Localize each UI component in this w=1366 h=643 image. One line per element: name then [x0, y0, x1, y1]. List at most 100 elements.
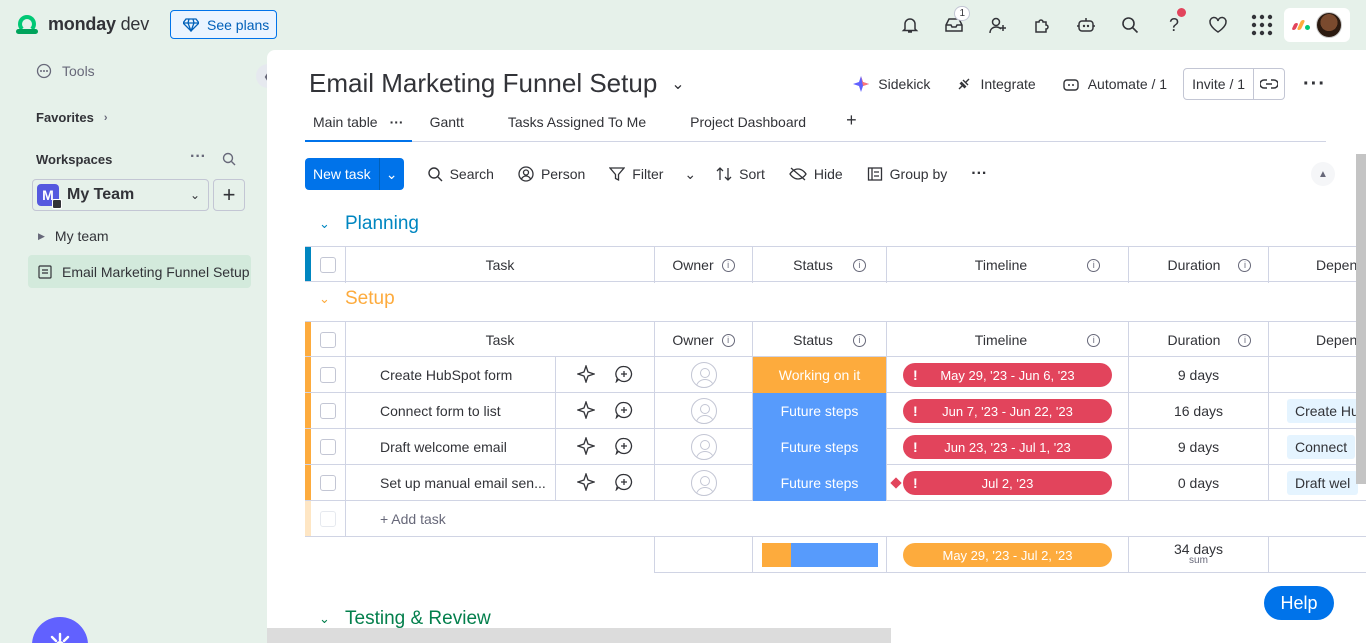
dependency-cell[interactable]: Connect [1268, 429, 1366, 465]
search-button[interactable]: Search [427, 166, 494, 182]
summary-status[interactable] [752, 537, 886, 573]
add-view-icon[interactable]: + [838, 106, 865, 142]
apps-grid-icon[interactable] [1240, 8, 1284, 42]
sidebar-folder-my-team[interactable]: ▶ My team [38, 228, 109, 244]
task-name[interactable]: Connect form to list [345, 393, 555, 429]
column-header-timeline[interactable]: Timeline i [886, 322, 1128, 358]
tab-tasks-assigned[interactable]: Tasks Assigned To Me [500, 106, 654, 142]
row-checkbox[interactable] [311, 357, 345, 393]
timeline-cell[interactable]: ! May 29, '23 - Jun 6, '23 [886, 357, 1128, 393]
add-task-input[interactable]: + Add task [345, 501, 654, 537]
info-icon[interactable]: i [1087, 258, 1101, 272]
new-task-button[interactable]: New task ⌄ [305, 158, 404, 190]
hide-button[interactable]: Hide [789, 166, 843, 182]
workspaces-more-icon[interactable]: ··· [190, 148, 206, 166]
group-title-testing-review[interactable]: ⌄ Testing & Review [319, 608, 491, 630]
info-icon[interactable]: i [1238, 333, 1252, 347]
duration-cell[interactable]: 9 days [1128, 429, 1268, 465]
chevron-down-icon[interactable]: ⌄ [319, 291, 333, 307]
sidebar-tools[interactable]: Tools [36, 63, 95, 79]
column-header-duration[interactable]: Duration i [1128, 247, 1268, 283]
account-switcher[interactable] [1284, 8, 1350, 42]
duration-cell[interactable]: 9 days [1128, 357, 1268, 393]
duration-cell[interactable]: 16 days [1128, 393, 1268, 429]
sidebar-favorites[interactable]: Favorites › [36, 110, 107, 125]
row-checkbox[interactable] [311, 429, 345, 465]
row-checkbox[interactable] [311, 465, 345, 501]
add-update-icon[interactable] [615, 437, 633, 458]
ai-bot-icon[interactable] [1064, 8, 1108, 42]
info-icon[interactable]: i [852, 258, 866, 272]
task-name[interactable]: Set up manual email sen... [345, 465, 555, 501]
status-cell[interactable]: Future steps [752, 393, 886, 429]
new-task-dropdown-icon[interactable]: ⌄ [380, 166, 404, 183]
tab-main-table[interactable]: Main table ··· [305, 106, 412, 142]
column-header-duration[interactable]: Duration i [1128, 322, 1268, 358]
column-header-owner[interactable]: Owner i [654, 247, 752, 283]
tab-gantt[interactable]: Gantt [422, 106, 472, 142]
workspace-selector[interactable]: M My Team ⌄ [32, 179, 209, 211]
info-icon[interactable]: i [1087, 333, 1101, 347]
inbox-icon[interactable]: 1 [932, 6, 976, 42]
dependency-cell[interactable] [1268, 357, 1366, 393]
table-row[interactable]: Create HubSpot form Working on it ! May 29,… [305, 357, 1366, 393]
sparkle-ai-icon[interactable] [575, 471, 596, 494]
select-all-checkbox[interactable] [311, 322, 345, 358]
owner-cell[interactable] [654, 465, 752, 501]
horizontal-scrollbar[interactable] [267, 628, 891, 643]
column-header-status[interactable]: Status i [752, 247, 886, 283]
task-name[interactable]: Draft welcome email [345, 429, 555, 465]
column-header-dependency[interactable]: Depen [1268, 247, 1366, 283]
select-all-checkbox[interactable] [311, 247, 345, 283]
tab-project-dashboard[interactable]: Project Dashboard [682, 106, 814, 142]
sidebar-board-email-marketing[interactable]: Email Marketing Funnel Setup [28, 255, 251, 288]
copy-link-icon[interactable] [1254, 78, 1284, 90]
help-icon[interactable]: ? [1152, 8, 1196, 42]
chevron-down-icon[interactable]: ⌄ [319, 216, 333, 232]
status-cell[interactable]: Working on it [752, 357, 886, 393]
row-checkbox[interactable] [311, 393, 345, 429]
sparkle-ai-icon[interactable] [575, 399, 596, 422]
duration-cell[interactable]: 0 days [1128, 465, 1268, 501]
owner-cell[interactable] [654, 393, 752, 429]
monday-logo[interactable]: monday dev [16, 14, 149, 35]
help-button[interactable]: Help [1264, 586, 1334, 620]
apps-puzzle-icon[interactable] [1020, 8, 1064, 42]
table-row[interactable]: Draft welcome email Future steps ! Jun 23, … [305, 429, 1366, 465]
board-title[interactable]: Email Marketing Funnel Setup ⌄ [309, 68, 685, 99]
collapse-header-icon[interactable]: ▲ [1311, 162, 1335, 186]
column-header-task[interactable]: Task [345, 247, 654, 283]
info-icon[interactable]: i [852, 333, 866, 347]
column-header-task[interactable]: Task [345, 322, 654, 358]
owner-cell[interactable] [654, 429, 752, 465]
board-more-icon[interactable]: ··· [1303, 73, 1326, 96]
add-update-icon[interactable] [615, 473, 633, 494]
filter-dropdown-icon[interactable]: ⌄ [684, 166, 696, 183]
group-by-button[interactable]: Group by [867, 166, 947, 182]
integrate-button[interactable]: Integrate [956, 76, 1036, 92]
timeline-cell[interactable]: ! Jul 2, '23 [886, 465, 1128, 501]
heart-icon[interactable] [1196, 8, 1240, 42]
tab-options-icon[interactable]: ··· [390, 114, 404, 130]
add-workspace-item-button[interactable]: + [213, 179, 245, 211]
status-cell[interactable]: Future steps [752, 429, 886, 465]
dependency-chip[interactable]: Create Hu [1287, 399, 1366, 423]
sidekick-button[interactable]: Sidekick [852, 75, 930, 93]
group-title-planning[interactable]: ⌄ Planning [319, 213, 419, 235]
timeline-cell[interactable]: ! Jun 23, '23 - Jul 1, '23 [886, 429, 1128, 465]
column-header-timeline[interactable]: Timeline i [886, 247, 1128, 283]
sparkle-ai-icon[interactable] [575, 435, 596, 458]
vertical-scrollbar[interactable] [1356, 154, 1366, 484]
notifications-icon[interactable] [888, 8, 932, 42]
add-update-icon[interactable] [615, 401, 633, 422]
person-filter-button[interactable]: Person [518, 166, 585, 182]
toolbar-more-icon[interactable]: ··· [971, 165, 987, 183]
see-plans-button[interactable]: See plans [170, 10, 277, 39]
info-icon[interactable]: i [721, 333, 735, 347]
timeline-cell[interactable]: ! Jun 7, '23 - Jun 22, '23 [886, 393, 1128, 429]
sparkle-ai-icon[interactable] [575, 363, 596, 386]
dependency-chip[interactable]: Draft wel [1287, 471, 1359, 495]
workspaces-search-icon[interactable] [222, 152, 236, 166]
sort-button[interactable]: Sort [716, 166, 765, 182]
search-icon[interactable] [1108, 8, 1152, 42]
